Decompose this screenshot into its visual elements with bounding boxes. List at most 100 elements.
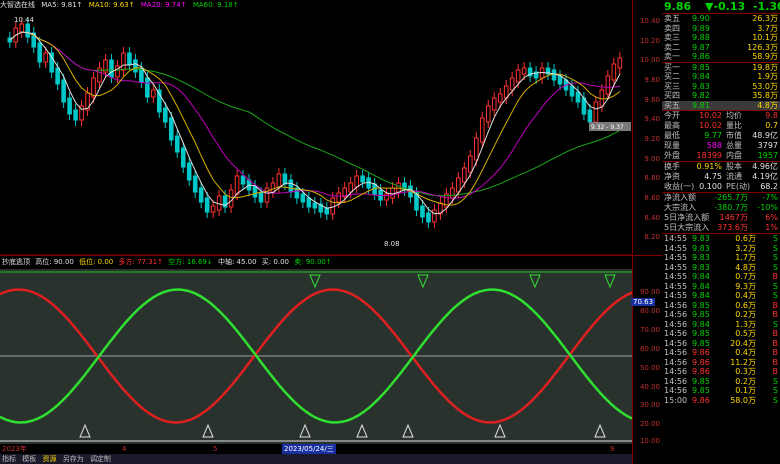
date-tick: 9 xyxy=(610,445,615,453)
buy-signal-marker xyxy=(402,423,414,438)
date-year: 2023年 xyxy=(2,445,27,453)
ask-row[interactable]: 卖四 9.89 3.7万 xyxy=(662,24,780,34)
bid-row[interactable]: 买五 9.81 4.8万 xyxy=(662,100,780,110)
tick-row: 14:56 9.86 0.4万 B xyxy=(664,348,778,357)
candle xyxy=(162,107,168,123)
indicator-chart[interactable] xyxy=(0,269,632,444)
tab-save-as[interactable]: 另存为 xyxy=(61,455,86,463)
lower-tick: 10.00 xyxy=(639,437,660,445)
candle xyxy=(258,192,264,203)
candle xyxy=(300,193,306,203)
candle xyxy=(479,117,485,143)
kline-chart[interactable]: 10.44 8.08 9.32 - 9.37 xyxy=(0,0,632,255)
candle xyxy=(264,187,270,203)
price-tick: 8.60 xyxy=(644,194,660,202)
indicator-buy: 买: 0.00 xyxy=(261,258,289,266)
price-tick: 9.00 xyxy=(644,155,660,163)
ask-row[interactable]: 卖三 9.88 10.1万 xyxy=(662,33,780,43)
candle xyxy=(456,177,461,193)
candle xyxy=(109,59,114,78)
candle xyxy=(306,197,312,208)
tick-row: 14:55 9.83 0.6万 S xyxy=(664,234,778,243)
tick-row: 14:55 9.84 0.4万 S xyxy=(664,291,778,300)
candle xyxy=(617,57,623,69)
buy-signal-marker xyxy=(202,423,214,438)
candle xyxy=(605,75,611,95)
ask-row[interactable]: 卖五 9.90 26.3万 xyxy=(662,14,780,24)
ask-row[interactable]: 卖二 9.87 126.3万 xyxy=(662,43,780,53)
date-tick: 5 xyxy=(213,445,218,453)
ma60-line xyxy=(9,31,621,197)
bid-row[interactable]: 买三 9.83 53.0万 xyxy=(662,82,780,92)
candle xyxy=(228,189,234,208)
candle xyxy=(354,175,359,188)
tab-template[interactable]: 模板 xyxy=(20,455,38,463)
candle xyxy=(593,101,599,123)
candle xyxy=(198,187,204,203)
sell-signal-marker xyxy=(417,274,429,289)
candle xyxy=(91,77,96,98)
indicator-low: 低位: 0.00 xyxy=(79,258,114,266)
indicator-high: 高位: 90.00 xyxy=(35,258,74,266)
candle xyxy=(557,75,563,85)
candle xyxy=(324,207,330,215)
candle xyxy=(252,185,258,198)
candle xyxy=(133,59,138,73)
lower-tick: 30.00 xyxy=(639,401,660,409)
lower-tick: 90.00 xyxy=(639,288,660,296)
ma20-line xyxy=(9,31,621,199)
tab-resource[interactable]: 资源 xyxy=(40,455,58,463)
candle xyxy=(497,93,503,103)
tick-row: 14:56 9.86 0.3万 B xyxy=(664,367,778,376)
candle xyxy=(19,23,25,33)
candle xyxy=(192,175,198,193)
buy-signal-marker xyxy=(299,423,311,438)
price-tag: 9.32 - 9.37 xyxy=(591,124,624,131)
candle xyxy=(73,109,78,121)
bid-row[interactable]: 买二 9.84 1.9万 xyxy=(662,72,780,82)
candle xyxy=(127,52,132,65)
candle xyxy=(288,179,294,193)
date-axis: 2023年 4 5 6 2023/05/24/三 9 xyxy=(0,444,632,454)
kline-panel[interactable]: 大智选在线 MA5: 9.81↑ MA10: 9.63↑ MA20: 9.74↑… xyxy=(0,0,632,255)
tick-list[interactable]: 14:55 9.83 0.6万 S 14:55 9.83 3.2万 S 14:55 9.83 1.7… xyxy=(662,234,780,405)
indicator-panel[interactable] xyxy=(0,269,632,444)
high-price-marker: 10.44 xyxy=(14,16,35,24)
tick-row: 14:56 9.85 0.2万 S xyxy=(664,376,778,386)
candle xyxy=(282,173,288,185)
indicator-name[interactable]: 抄底逃顶 xyxy=(2,258,30,266)
tab-customize[interactable]: 调定制 xyxy=(88,455,113,463)
price-change-pct: -1.30% xyxy=(753,0,780,13)
tick-row: 14:56 9.85 0.2万 B xyxy=(664,310,778,319)
bid-row[interactable]: 买一 9.85 19.8万 xyxy=(662,63,780,73)
indicator-value-tag: 70.63 xyxy=(631,298,656,306)
candle xyxy=(204,197,210,213)
tick-row: 14:55 9.83 3.2万 S xyxy=(664,243,778,253)
candle xyxy=(312,202,318,209)
candle xyxy=(55,67,60,85)
date-tick: 4 xyxy=(122,445,127,453)
ask-row[interactable]: 卖一 9.86 58.9万 xyxy=(662,52,780,62)
bid-row[interactable]: 买四 9.82 35.8万 xyxy=(662,91,780,101)
candle xyxy=(336,192,342,203)
buy-signal-marker xyxy=(356,423,368,438)
candle xyxy=(575,91,581,103)
indicator-short: 空方: 16.69↓ xyxy=(168,258,213,266)
sell-signal-marker xyxy=(529,274,541,289)
tab-bar: 指标 模板 资源 另存为 调定制 xyxy=(0,454,632,464)
tick-row: 14:55 9.84 0.7万 B xyxy=(664,272,778,281)
lower-tick: 20.00 xyxy=(639,420,660,428)
candle xyxy=(25,23,31,38)
candle xyxy=(491,97,497,111)
tab-indicator[interactable]: 指标 xyxy=(0,455,18,463)
candle xyxy=(551,69,557,81)
candle xyxy=(396,182,401,193)
lower-tick: 40.00 xyxy=(639,383,660,391)
candle xyxy=(420,205,425,218)
chart-area[interactable]: 大智选在线 MA5: 9.81↑ MA10: 9.63↑ MA20: 9.74↑… xyxy=(0,0,632,464)
candle xyxy=(450,187,455,199)
candle xyxy=(151,89,156,98)
tick-row: 14:56 9.86 11.2万 B xyxy=(664,357,778,367)
price-tick: 8.40 xyxy=(644,214,660,222)
candle xyxy=(521,67,527,75)
